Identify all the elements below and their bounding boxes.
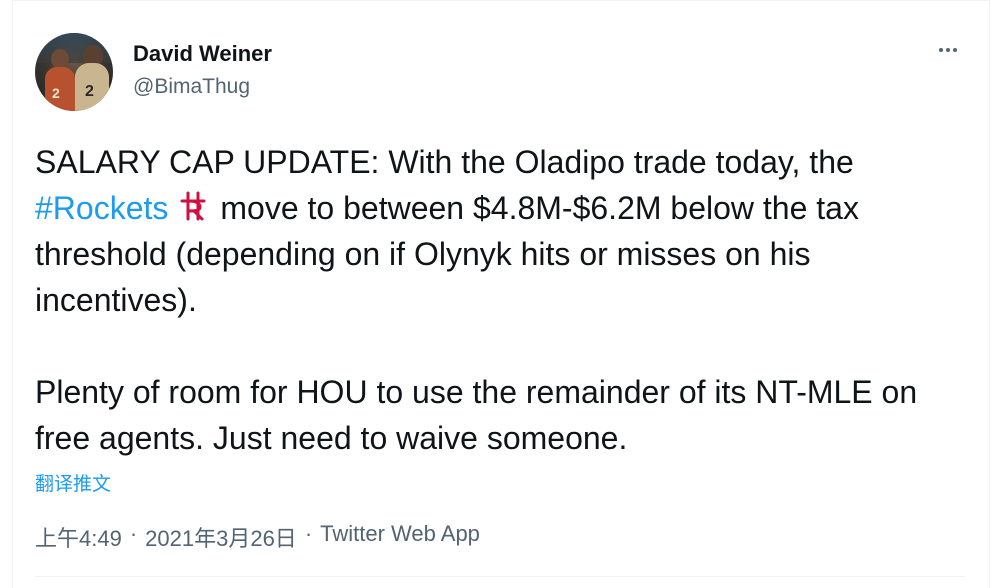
avatar-jersey-number: 2	[52, 85, 60, 101]
rockets-logo-icon	[180, 191, 206, 221]
more-horizontal-icon[interactable]	[931, 39, 965, 61]
avatar-person-head	[51, 49, 69, 69]
divider	[35, 576, 965, 577]
tweet-paragraph-2: Plenty of room for HOU to use the remain…	[35, 374, 918, 456]
avatar-jersey	[45, 67, 75, 111]
tweet-source[interactable]: Twitter Web App	[320, 521, 480, 553]
tweet-paragraph-1: SALARY CAP UPDATE: With the Oladipo trad…	[35, 139, 965, 323]
separator: ·	[129, 521, 138, 546]
separator: ·	[304, 521, 313, 546]
tweet-card: 2 2 David Weiner @BimaThug SALARY CAP UP…	[12, 0, 990, 588]
author-name[interactable]: David Weiner	[133, 41, 272, 67]
tweet-text: SALARY CAP UPDATE: With the Oladipo trad…	[35, 139, 965, 461]
translate-tweet-link[interactable]: 翻译推文	[35, 469, 111, 496]
tweet-metadata: 上午4:49 · 2021年3月26日 · Twitter Web App	[35, 521, 480, 553]
tweet-date[interactable]: 2021年3月26日	[145, 521, 297, 553]
tweet-time[interactable]: 上午4:49	[35, 521, 122, 553]
avatar[interactable]: 2 2	[35, 33, 113, 111]
tweet-text-part1: SALARY CAP UPDATE: With the Oladipo trad…	[35, 144, 854, 180]
hashtag-link[interactable]: #Rockets	[35, 190, 168, 226]
author-handle[interactable]: @BimaThug	[133, 75, 250, 99]
avatar-jersey-number: 2	[85, 83, 94, 100]
